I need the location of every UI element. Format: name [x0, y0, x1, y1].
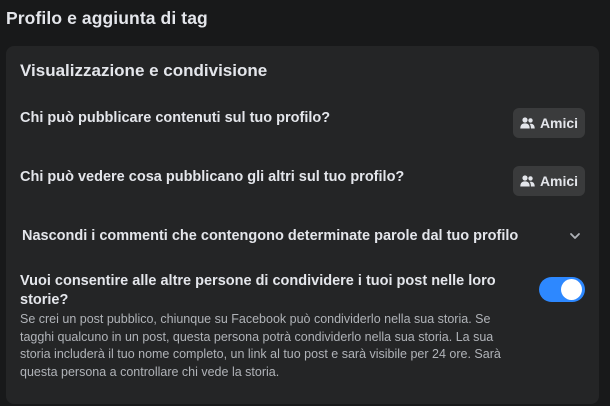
section-title: Visualizzazione e condivisione	[20, 61, 268, 80]
audience-button-label: Amici	[539, 115, 579, 131]
share-to-stories-toggle[interactable]	[539, 277, 585, 302]
page-title: Profilo e aggiunta di tag	[6, 8, 208, 28]
chevron-down-icon[interactable]	[569, 230, 581, 242]
friends-icon	[520, 175, 535, 187]
audience-button-label: Amici	[539, 173, 579, 189]
row-label-who-can-see: Chi può vedere cosa pubblicano gli altri…	[20, 169, 405, 185]
share-to-stories-description: Se crei un post pubblico, chiunque su Fa…	[20, 312, 501, 379]
toggle-knob	[561, 279, 582, 300]
hide-comments-label[interactable]: Nascondi i commenti che contengono deter…	[22, 227, 518, 246]
share-to-stories-label: Vuoi consentire alle altre persone di co…	[20, 273, 496, 308]
row-label-who-can-post: Chi può pubblicare contenuti sul tuo pro…	[20, 110, 331, 126]
audience-button-who-can-see[interactable]: Amici	[513, 166, 585, 196]
friends-icon	[520, 117, 535, 129]
settings-card: Visualizzazione e condivisione Chi può p…	[6, 46, 599, 404]
audience-button-who-can-post[interactable]: Amici	[513, 108, 585, 138]
